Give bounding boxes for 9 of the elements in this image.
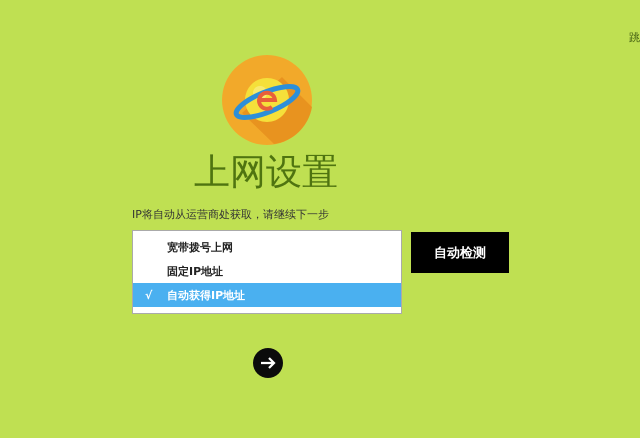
hint-text: IP将自动从运营商处获取，请继续下一步 (132, 207, 330, 222)
globe-logo-icon (222, 55, 312, 145)
skip-link[interactable]: 跳 (629, 30, 640, 45)
connection-option[interactable]: 宽带拨号上网 (133, 235, 401, 259)
next-arrow-button[interactable] (253, 348, 283, 378)
connection-type-list[interactable]: 宽带拨号上网 固定IP地址 √ 自动获得IP地址 (132, 230, 402, 314)
auto-detect-button[interactable]: 自动检测 (411, 232, 509, 273)
connection-option[interactable]: 固定IP地址 (133, 259, 401, 283)
page-title: 上网设置 (194, 151, 339, 195)
